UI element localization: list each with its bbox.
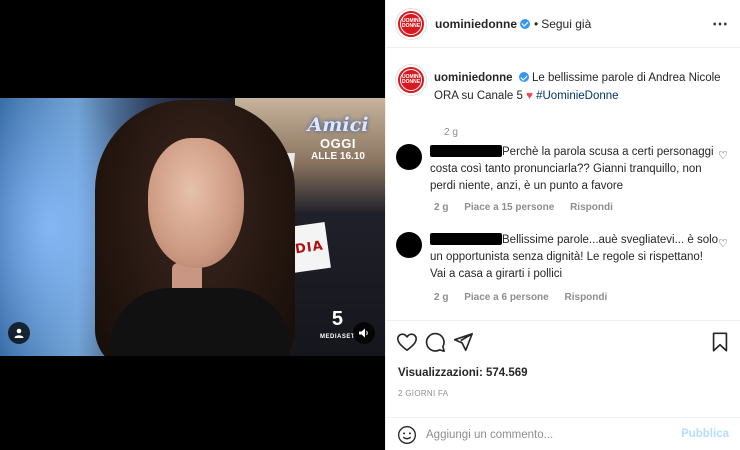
verified-icon — [518, 72, 529, 82]
comment-text: Bellissime parole...auè svegliatevi... è… — [430, 232, 720, 283]
comments-section[interactable]: UOMINI DONNE uominiedonne Le bellissime … — [386, 49, 740, 319]
following-button[interactable]: Segui già — [541, 17, 591, 31]
like-comment-heart-icon[interactable]: ♡ — [718, 237, 728, 250]
bookmark-icon[interactable] — [709, 331, 731, 353]
share-icon[interactable] — [452, 331, 474, 353]
channel-label: MEDIASET — [319, 334, 355, 340]
post-header: UOMINI DONNE uominiedonne • Segui già ⋯ — [386, 0, 740, 48]
comment-meta: 2 g Piace a 6 persone Rispondi — [434, 292, 620, 303]
woman-face — [148, 138, 244, 268]
actions-section: Visualizzazioni: 574.569 2 GIORNI FA Pub… — [386, 320, 740, 450]
comment-time: 2 g — [434, 292, 449, 303]
media-panel: NADIA Amici OGGI ALLE 16.10 5 MEDIASET — [0, 0, 385, 450]
hashtag-link[interactable]: #UominieDonne — [536, 90, 618, 102]
caption-text: uominiedonne Le bellissime parole di And… — [434, 69, 734, 105]
caption-avatar[interactable]: UOMINI DONNE — [396, 65, 426, 95]
emoji-icon[interactable] — [397, 425, 417, 445]
avatar-logo: UOMINI DONNE — [400, 12, 422, 35]
caption-time: 2 g — [444, 127, 458, 138]
add-comment-bar: Pubblica — [386, 417, 740, 450]
post-date[interactable]: 2 GIORNI FA — [398, 389, 448, 398]
overlay-time: ALLE 16.10 — [311, 151, 365, 162]
overlay-day: OGGI — [320, 136, 356, 151]
red-heart-emoji: ♥ — [526, 90, 533, 102]
post-username[interactable]: uominiedonne — [435, 17, 517, 31]
publish-button[interactable]: Pubblica — [681, 428, 729, 440]
avatar-text-bottom: DONNE — [401, 79, 421, 85]
reply-button[interactable]: Rispondi — [565, 292, 608, 303]
avatar-text-bottom: DONNE — [401, 22, 421, 29]
more-icon[interactable]: ⋯ — [712, 14, 728, 34]
comment-meta: 2 g Piace a 15 persone Rispondi — [434, 202, 626, 213]
comment-icon[interactable] — [424, 331, 446, 353]
like-comment-heart-icon[interactable]: ♡ — [718, 149, 728, 162]
commenter-avatar[interactable] — [396, 232, 422, 258]
comment-likes[interactable]: Piace a 6 persone — [464, 292, 549, 303]
caption-username[interactable]: uominiedonne — [434, 72, 513, 84]
video-player[interactable]: NADIA Amici OGGI ALLE 16.10 5 MEDIASET — [0, 98, 385, 356]
comment-likes[interactable]: Piace a 15 persone — [464, 202, 554, 213]
action-bar — [396, 331, 731, 355]
view-count[interactable]: Visualizzazioni: 574.569 — [398, 367, 528, 379]
avatar-logo: UOMINI DONNE — [400, 69, 422, 91]
heart-icon[interactable] — [396, 331, 418, 353]
redacted-username — [430, 145, 502, 157]
verified-icon — [520, 18, 530, 29]
comment-input[interactable] — [426, 426, 676, 444]
avatar[interactable]: UOMINI DONNE — [396, 8, 426, 39]
comment-text: Perchè la parola scusa a certi personagg… — [430, 144, 720, 195]
user-tag-icon[interactable] — [8, 322, 30, 344]
woman-outfit — [110, 288, 290, 356]
channel-number: 5 — [331, 308, 344, 330]
comment-time: 2 g — [434, 202, 449, 213]
sound-icon[interactable] — [353, 322, 375, 344]
commenter-avatar[interactable] — [396, 144, 422, 170]
post-panel: UOMINI DONNE uominiedonne • Segui già ⋯ … — [385, 0, 740, 450]
channel-logo: 5 MEDIASET — [319, 308, 355, 346]
amici-logo: Amici — [307, 114, 369, 136]
redacted-username — [430, 233, 502, 245]
amici-overlay: Amici OGGI ALLE 16.10 — [305, 114, 371, 162]
separator-dot: • — [534, 16, 539, 31]
reply-button[interactable]: Rispondi — [570, 202, 613, 213]
